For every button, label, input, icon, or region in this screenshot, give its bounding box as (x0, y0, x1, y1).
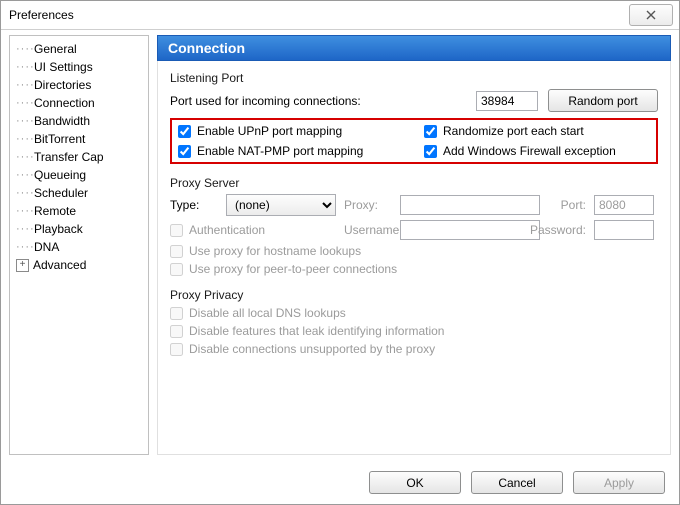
checkbox-proxy-hostname: Use proxy for hostname lookups (170, 244, 658, 258)
sidebar-item-queueing[interactable]: ····Queueing (10, 166, 148, 184)
sidebar-item-advanced[interactable]: +Advanced (10, 256, 148, 274)
settings-panel: Connection Listening Port Port used for … (157, 35, 671, 455)
group-proxy-privacy: Proxy Privacy Disable all local DNS look… (170, 288, 658, 356)
sidebar-item-connection[interactable]: ····Connection (10, 94, 148, 112)
sidebar-item-scheduler[interactable]: ····Scheduler (10, 184, 148, 202)
titlebar: Preferences (1, 1, 679, 30)
sidebar-item-general[interactable]: ····General (10, 40, 148, 58)
password-label: Password: (524, 223, 586, 237)
checkbox-authentication: Authentication (170, 223, 336, 237)
checkbox-firewall[interactable]: Add Windows Firewall exception (424, 144, 650, 158)
sidebar-item-remote[interactable]: ····Remote (10, 202, 148, 220)
checkbox-disable-dns: Disable all local DNS lookups (170, 306, 658, 320)
sidebar-item-dna[interactable]: ····DNA (10, 238, 148, 256)
proxy-port-label: Port: (548, 198, 586, 212)
panel-title: Connection (157, 35, 671, 61)
window-title: Preferences (9, 8, 74, 22)
highlighted-options: Enable UPnP port mapping Randomize port … (170, 118, 658, 164)
proxy-port-input (594, 195, 654, 215)
password-input (594, 220, 654, 240)
group-title-privacy: Proxy Privacy (170, 288, 658, 302)
sidebar-item-ui-settings[interactable]: ····UI Settings (10, 58, 148, 76)
cancel-button[interactable]: Cancel (471, 471, 563, 494)
dialog-buttons: OK Cancel Apply (369, 471, 665, 494)
expand-icon[interactable]: + (16, 259, 29, 272)
port-label: Port used for incoming connections: (170, 94, 361, 108)
checkbox-proxy-p2p: Use proxy for peer-to-peer connections (170, 262, 658, 276)
preferences-window: Preferences ····General ····UI Settings … (0, 0, 680, 505)
close-icon (646, 10, 656, 20)
checkbox-randomize[interactable]: Randomize port each start (424, 124, 650, 138)
group-title-proxy: Proxy Server (170, 176, 658, 190)
sidebar-item-bittorrent[interactable]: ····BitTorrent (10, 130, 148, 148)
sidebar-item-playback[interactable]: ····Playback (10, 220, 148, 238)
port-input[interactable] (476, 91, 538, 111)
proxy-type-label: Type: (170, 198, 218, 212)
close-button[interactable] (629, 4, 673, 26)
sidebar-item-directories[interactable]: ····Directories (10, 76, 148, 94)
group-listening-port: Listening Port Port used for incoming co… (170, 71, 658, 164)
proxy-host-input (400, 195, 540, 215)
username-label: Username: (344, 223, 392, 237)
username-input (400, 220, 540, 240)
group-proxy-server: Proxy Server Type: (none) Proxy: Port: (170, 176, 658, 276)
random-port-button[interactable]: Random port (548, 89, 658, 112)
ok-button[interactable]: OK (369, 471, 461, 494)
proxy-type-select[interactable]: (none) (226, 194, 336, 216)
category-tree: ····General ····UI Settings ····Director… (9, 35, 149, 455)
group-title-listening: Listening Port (170, 71, 658, 85)
sidebar-item-transfer-cap[interactable]: ····Transfer Cap (10, 148, 148, 166)
apply-button[interactable]: Apply (573, 471, 665, 494)
checkbox-disable-unsupported: Disable connections unsupported by the p… (170, 342, 658, 356)
checkbox-upnp[interactable]: Enable UPnP port mapping (178, 124, 404, 138)
sidebar-item-bandwidth[interactable]: ····Bandwidth (10, 112, 148, 130)
checkbox-natpmp[interactable]: Enable NAT-PMP port mapping (178, 144, 404, 158)
proxy-host-label: Proxy: (344, 198, 392, 212)
checkbox-disable-leak: Disable features that leak identifying i… (170, 324, 658, 338)
